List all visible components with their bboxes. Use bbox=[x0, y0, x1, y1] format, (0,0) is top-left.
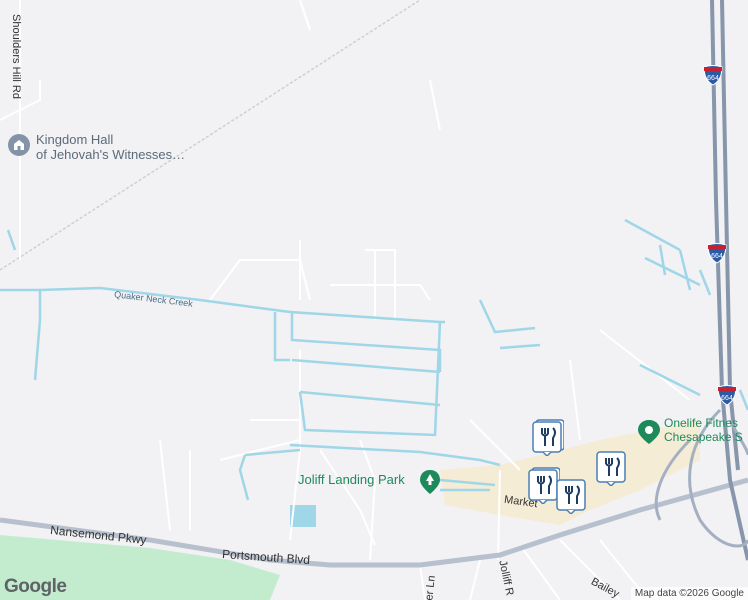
park-tree-icon[interactable] bbox=[420, 470, 440, 494]
park-label[interactable]: Joliff Landing Park bbox=[298, 472, 405, 487]
road-label-shoulders-hill: Shoulders Hill Rd bbox=[10, 14, 22, 99]
svg-text:664: 664 bbox=[707, 75, 719, 82]
fitness-label[interactable]: Onelife Fitnes Chesapeake S bbox=[664, 416, 743, 444]
interstate-shield-icon: 664 bbox=[717, 385, 737, 406]
restaurant-fork-knife-icon bbox=[556, 479, 586, 516]
map-base-layer bbox=[0, 0, 748, 600]
restaurant-marker[interactable] bbox=[532, 418, 565, 458]
map-attribution[interactable]: Map data ©2026 Google bbox=[630, 587, 748, 600]
kingdom-hall-label[interactable]: Kingdom Hall of Jehovah's Witnesses… bbox=[36, 132, 185, 162]
place-of-worship-icon[interactable] bbox=[8, 134, 30, 156]
google-logo: Google bbox=[4, 576, 67, 597]
map-canvas[interactable]: 664 664 664 Shoulders Hill Rd Nansemond … bbox=[0, 0, 748, 600]
kingdom-hall-line1: Kingdom Hall bbox=[36, 132, 114, 147]
svg-text:664: 664 bbox=[711, 253, 723, 260]
interstate-shield-icon: 664 bbox=[707, 243, 727, 264]
kingdom-hall-line2: of Jehovah's Witnesses… bbox=[36, 147, 186, 162]
restaurant-marker[interactable] bbox=[556, 476, 588, 516]
fitness-label-line2: Chesapeake S bbox=[664, 430, 743, 444]
restaurant-fork-knife-icon bbox=[532, 419, 565, 458]
svg-text:664: 664 bbox=[721, 395, 733, 402]
restaurant-fork-knife-icon bbox=[596, 451, 626, 488]
fitness-marker-icon[interactable] bbox=[638, 420, 660, 444]
road-label-er-ln: er Ln bbox=[423, 574, 438, 600]
fitness-label-line1: Onelife Fitnes bbox=[664, 416, 739, 430]
restaurant-marker[interactable] bbox=[596, 448, 628, 488]
interstate-shield-icon: 664 bbox=[703, 65, 723, 86]
